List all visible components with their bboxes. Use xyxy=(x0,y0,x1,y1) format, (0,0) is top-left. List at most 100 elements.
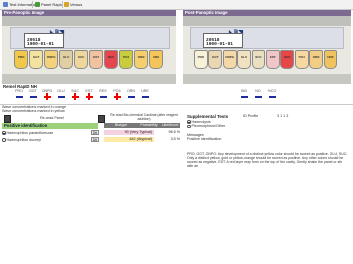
id-option-1[interactable]: Haemophilus parainfluenzae xyxy=(2,131,53,135)
well: EST xyxy=(265,50,280,69)
reaction-cell[interactable]: GLU xyxy=(55,89,67,98)
well-label: GLU xyxy=(240,55,248,59)
negative-minus-icon xyxy=(141,96,149,98)
well: GGT xyxy=(208,50,223,69)
negative-minus-icon xyxy=(99,96,107,98)
radio-unselected-icon[interactable] xyxy=(2,138,6,142)
reaction-cell[interactable]: %CO xyxy=(266,89,278,98)
reaction-cell[interactable]: URE xyxy=(139,89,151,98)
pre-panoptic-panel: Pre-Panoptic Image ◣ℝ◥ 20518 1900-01-01 … xyxy=(2,10,176,84)
well: GLU xyxy=(237,50,251,69)
well: SUC xyxy=(251,50,266,69)
tray-top xyxy=(2,16,176,26)
well-label: SUC xyxy=(255,55,262,59)
well: RES xyxy=(280,50,295,69)
id-option-1-label: Haemophilus parainfluenzae xyxy=(6,131,54,135)
table-row-1-code[interactable]: 90 (Very Typical) xyxy=(104,130,154,135)
panel-icon xyxy=(35,1,40,7)
radio-unselected-icon[interactable] xyxy=(187,124,191,129)
reaction-cell[interactable]: RES xyxy=(97,89,109,98)
negative-minus-icon xyxy=(240,96,248,98)
detail-button-1[interactable]: Dtl xyxy=(91,130,99,135)
well-label: PO4 xyxy=(123,55,130,59)
reaction-cell[interactable]: PO4 xyxy=(111,89,123,100)
positive-plus-icon xyxy=(71,93,79,100)
reaction-cell[interactable]: SUC xyxy=(69,89,81,100)
radio-selected-icon[interactable] xyxy=(2,131,6,135)
well-label: GGT xyxy=(32,55,40,59)
well-label: PRO xyxy=(17,55,25,59)
reaction-label: ORN xyxy=(127,89,135,93)
footnote: PRO, GGT, ONPG: Any development of a dis… xyxy=(187,151,348,169)
notes: Wave concentrations marked in orange Wav… xyxy=(2,105,66,114)
table-row-2-pct: 3.5 % xyxy=(170,137,180,141)
reaction-label: NO xyxy=(255,89,261,93)
reaction-cell[interactable]: ORN xyxy=(125,89,137,98)
well-label: EST xyxy=(93,55,100,59)
negative-minus-icon xyxy=(268,96,276,98)
well: ORN xyxy=(133,50,149,69)
pre-panoptic-image[interactable]: ◣ℝ◥ 20518 1900-01-01 PROGGTONPGGLUSUCEST… xyxy=(2,16,176,84)
reaction-label: IND xyxy=(240,89,248,93)
negative-minus-icon xyxy=(29,96,37,98)
negative-minus-icon xyxy=(57,96,65,98)
reread-bio-label: Re-read Bio-chemical Cardinal (after rea… xyxy=(110,113,178,121)
well: SUC xyxy=(73,50,89,69)
post-panoptic-panel: Post-Panoptic Image ◣ℝ◥ 20518 1900-01-01… xyxy=(183,10,351,84)
positive-plus-icon xyxy=(43,93,51,100)
reaction-cell[interactable]: NO xyxy=(252,89,264,98)
id-profile-label: ID Profile xyxy=(243,114,259,118)
reread-panel-icon[interactable] xyxy=(4,115,11,123)
well-label: URE xyxy=(327,55,334,59)
reaction-cell[interactable]: ONPG xyxy=(41,89,53,100)
toolbar-divider xyxy=(32,1,33,8)
positive-plus-icon xyxy=(85,93,93,100)
well: URE xyxy=(323,50,338,69)
well: EST xyxy=(88,50,104,69)
well-label: URE xyxy=(152,55,160,59)
supp-option-2-label: Pleomorphism/Other xyxy=(191,124,226,129)
table-row-2-code[interactable]: 642 (Atypical) xyxy=(104,137,154,142)
reaction-strip: PRO GGT ONPG GLU SUC EST RES PO4 ORN URE xyxy=(13,89,173,103)
reaction-label: PRO xyxy=(15,89,23,93)
post-panoptic-image[interactable]: ◣ℝ◥ 20518 1900-01-01 PROGGTONPGGLUSUCEST… xyxy=(183,16,351,84)
reaction-cell[interactable]: GGT xyxy=(27,89,39,98)
versus-button[interactable]: Versus xyxy=(64,1,82,7)
reread-bio-icon[interactable] xyxy=(98,115,105,123)
tray-bottom xyxy=(2,74,176,84)
well: GLU xyxy=(58,50,74,69)
id-option-2-label: Haemophilus ducreyi xyxy=(6,138,41,142)
sample-label-date: 1900-01-01 xyxy=(27,42,55,47)
negative-minus-icon xyxy=(254,96,262,98)
sample-label-date: 1900-01-01 xyxy=(206,42,234,47)
versus-label: Versus xyxy=(70,1,83,7)
reaction-cell[interactable]: EST xyxy=(83,89,95,100)
radio-selected-icon[interactable] xyxy=(187,120,191,124)
well-label: SUC xyxy=(77,55,85,59)
well-label: ONPG xyxy=(225,55,235,59)
test-information-label: Test Information xyxy=(9,1,38,7)
reaction-cell[interactable]: IND xyxy=(238,89,250,98)
supp-option-1-label: Haemolysis xyxy=(191,120,211,124)
detail-button-2[interactable]: Dtl xyxy=(91,137,99,142)
well-label: PO4 xyxy=(298,55,305,59)
reaction-label: RES xyxy=(99,89,107,93)
well: ONPG xyxy=(222,50,237,69)
note-line-yellow: Wave concentrations marked in yellow xyxy=(2,109,65,114)
panel-rapid-button[interactable]: Panel Rapid xyxy=(35,1,63,7)
reaction-cell[interactable]: PRO xyxy=(13,89,25,98)
reaction-label: URE xyxy=(141,89,149,93)
toolbar: Test Information Panel Rapid Versus xyxy=(0,0,353,10)
sample-label: 20518 1900-01-01 xyxy=(203,33,243,48)
well-label: ORN xyxy=(137,55,145,59)
id-option-2[interactable]: Haemophilus ducreyi xyxy=(2,138,41,142)
supp-option-2[interactable]: Pleomorphism/Other xyxy=(187,124,347,128)
toolbar-divider xyxy=(62,1,63,8)
reaction-extra-strip: IND NO %CO xyxy=(238,89,288,103)
well: PRO xyxy=(194,50,208,69)
reread-panel-label: Re-read Panel xyxy=(40,116,64,120)
table-header: Biotype xyxy=(104,123,138,128)
supplemental-section: Supplemental Tests ID Profile 3 1 1 3 Ha… xyxy=(187,114,347,168)
well-label: RES xyxy=(108,55,115,59)
tray-bottom xyxy=(183,74,351,84)
